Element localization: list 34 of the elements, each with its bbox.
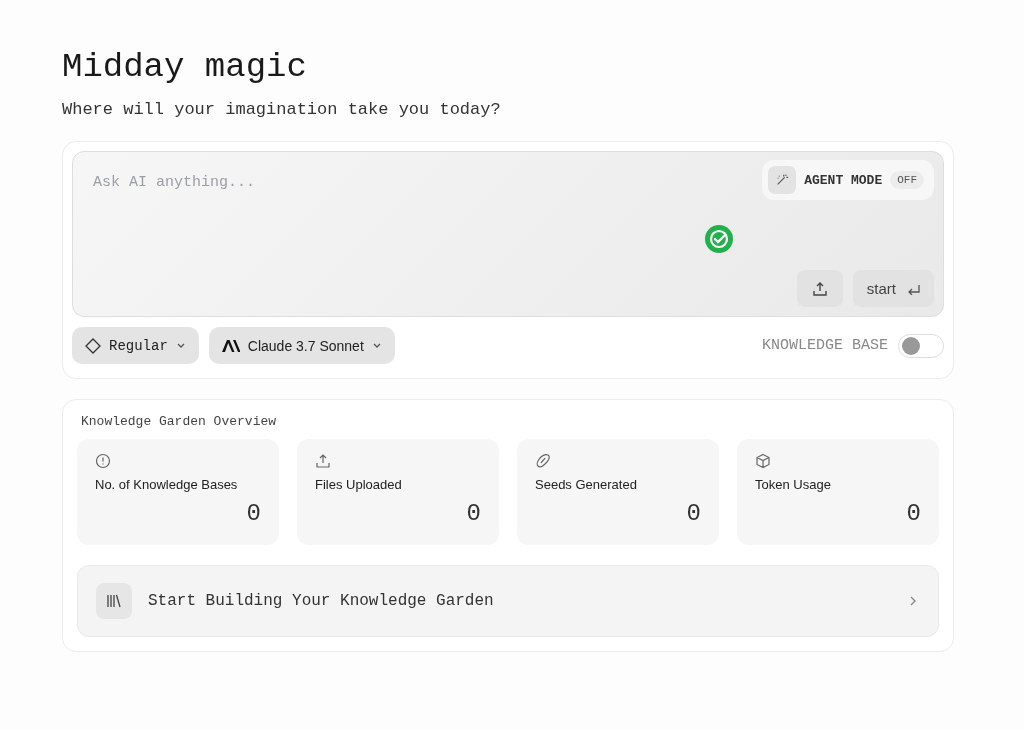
cube-icon (755, 453, 771, 469)
prompt-input[interactable]: Ask AI anything... (91, 173, 495, 192)
upload-button[interactable] (796, 270, 843, 307)
enter-key-icon (908, 282, 920, 295)
magic-wand-icon (768, 166, 797, 194)
stat-label: No. of Knowledge Bases (95, 477, 239, 492)
stat-value: 0 (905, 500, 921, 527)
overview-title: Knowledge Garden Overview (81, 414, 278, 429)
agent-mode-toggle[interactable]: AGENT MODE OFF (762, 160, 934, 200)
stat-value: 0 (685, 500, 701, 527)
library-icon (96, 583, 132, 619)
upload-icon (811, 280, 828, 297)
start-building-link[interactable]: Start Building Your Knowledge Garden (77, 565, 939, 637)
stat-label: Files Uploaded (315, 477, 403, 492)
agent-mode-label: AGENT MODE (804, 172, 883, 188)
check-circle-icon (705, 225, 733, 253)
mode-dropdown[interactable]: Regular (72, 327, 199, 364)
upload-icon (315, 453, 331, 469)
chevron-right-icon (908, 595, 918, 607)
stat-value: 0 (465, 500, 481, 527)
diamond-icon (85, 337, 101, 354)
start-button[interactable]: start (852, 270, 934, 307)
knowledge-base-label: KNOWLEDGE BASE (761, 337, 888, 354)
info-icon (95, 453, 111, 469)
bean-icon (535, 453, 551, 469)
knowledge-base-switch[interactable] (898, 333, 944, 358)
model-logo-icon (221, 338, 240, 353)
model-dropdown[interactable]: Claude 3.7 Sonnet (208, 327, 395, 364)
stat-label: Seeds Generated (535, 477, 638, 492)
page-subtitle: Where will your imagination take you today? (62, 100, 502, 119)
stat-label: Token Usage (755, 477, 832, 492)
stat-value: 0 (245, 500, 261, 527)
agent-mode-status: OFF (890, 171, 924, 189)
page-title: Midday magic (62, 48, 308, 86)
